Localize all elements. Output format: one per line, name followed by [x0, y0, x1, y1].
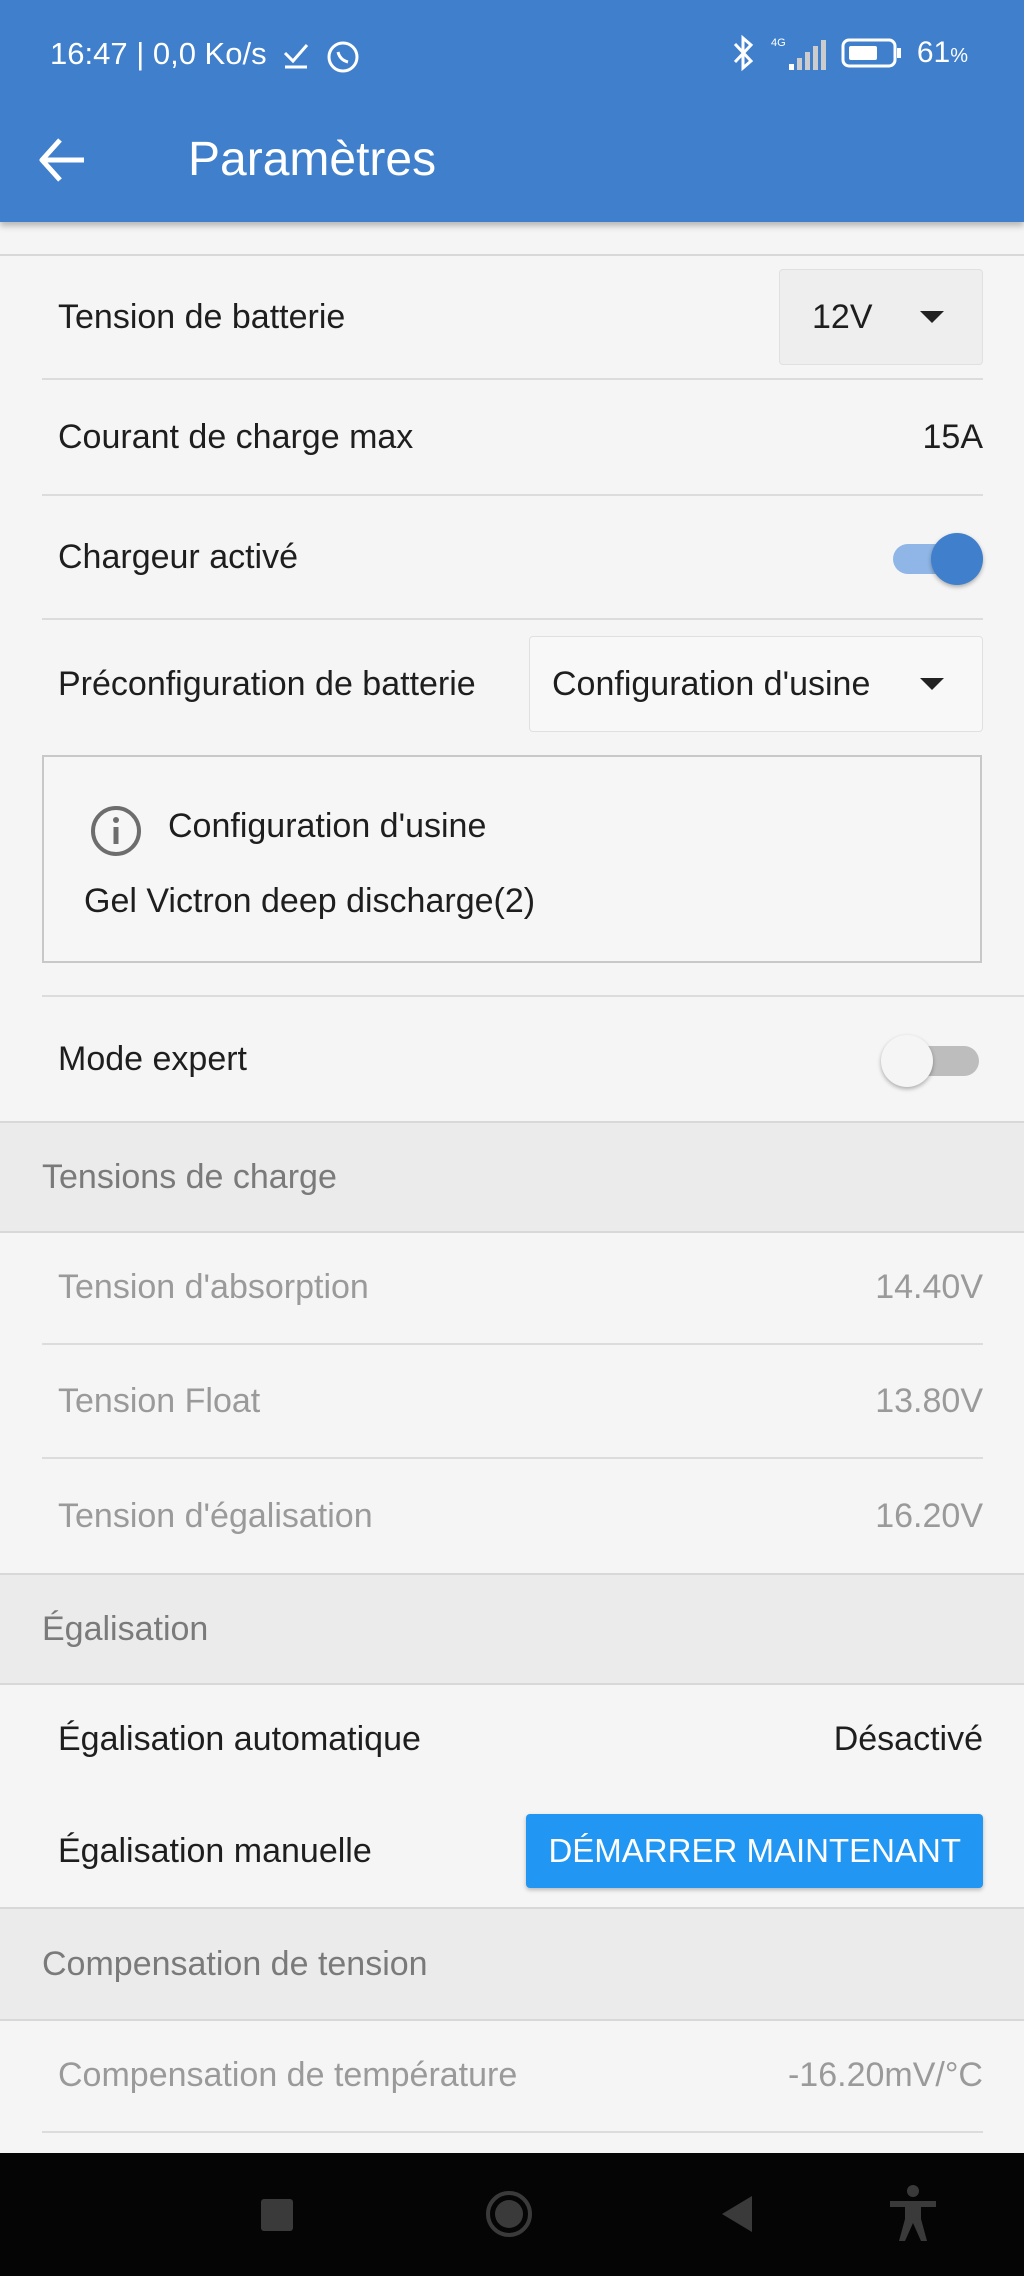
preset-info-box: Configuration d'usine Gel Victron deep d… — [42, 755, 982, 963]
preset-info-description: Gel Victron deep discharge(2) — [84, 882, 536, 920]
dropdown-arrow-icon — [920, 311, 944, 323]
float-voltage-row[interactable]: Tension Float 13.80V — [42, 1345, 983, 1459]
dropdown-arrow-icon — [920, 678, 944, 690]
equalization-voltage-row[interactable]: Tension d'égalisation 16.20V — [42, 1459, 983, 1573]
max-charge-current-row[interactable]: Courant de charge max 15A — [42, 380, 983, 496]
float-voltage-value: 13.80V — [875, 1381, 983, 1420]
charger-enabled-label: Chargeur activé — [58, 537, 299, 576]
charger-enabled-toggle[interactable] — [883, 527, 983, 587]
manual-equalization-label: Égalisation manuelle — [58, 1831, 372, 1870]
section-header-charge-voltages: Tensions de charge — [0, 1121, 1024, 1233]
absorption-voltage-row[interactable]: Tension d'absorption 14.40V — [42, 1231, 983, 1345]
status-icons: 4G 61% — [731, 34, 968, 72]
max-charge-current-label: Courant de charge max — [58, 417, 414, 456]
temperature-compensation-row[interactable]: Compensation de température -16.20mV/°C — [42, 2019, 983, 2133]
section-title: Tensions de charge — [42, 1157, 337, 1196]
auto-equalization-row[interactable]: Égalisation automatique Désactivé — [42, 1683, 983, 1795]
battery-preset-value: Configuration d'usine — [552, 664, 871, 703]
expert-mode-toggle[interactable] — [881, 1029, 983, 1089]
battery-voltage-label: Tension de batterie — [58, 297, 346, 336]
temperature-compensation-label: Compensation de température — [58, 2055, 518, 2094]
section-header-voltage-compensation: Compensation de tension — [0, 1907, 1024, 2021]
battery-preset-row: Préconfiguration de batterie Configurati… — [42, 620, 983, 748]
accessibility-icon[interactable] — [886, 2183, 940, 2243]
absorption-voltage-label: Tension d'absorption — [58, 1267, 369, 1306]
home-circle-icon[interactable] — [484, 2189, 534, 2239]
expert-mode-label: Mode expert — [58, 1039, 247, 1078]
auto-equalization-value: Désactivé — [833, 1719, 983, 1758]
battery-voltage-row: Tension de batterie 12V — [42, 256, 983, 380]
battery-voltage-value: 12V — [812, 297, 873, 336]
battery-preset-label: Préconfiguration de batterie — [58, 664, 476, 703]
battery-icon — [841, 38, 901, 68]
whatsapp-icon — [327, 41, 359, 73]
battery-preset-dropdown[interactable]: Configuration d'usine — [529, 636, 983, 732]
equalization-voltage-value: 16.20V — [875, 1496, 983, 1535]
bluetooth-icon — [733, 34, 753, 72]
section-title: Égalisation — [42, 1609, 209, 1648]
absorption-voltage-value: 14.40V — [875, 1267, 983, 1306]
max-charge-current-value: 15A — [922, 417, 984, 456]
temperature-compensation-value: -16.20mV/°C — [787, 2055, 983, 2094]
info-icon — [91, 806, 141, 856]
toggle-thumb — [881, 1035, 933, 1087]
page-title: Paramètres — [188, 133, 437, 186]
expert-mode-row: Mode expert — [42, 997, 983, 1121]
recents-square-icon[interactable] — [258, 2196, 296, 2234]
status-time-speed: 16:47 | 0,0 Ko/s — [50, 36, 267, 71]
arrow-back-icon[interactable] — [38, 130, 88, 190]
section-header-equalization: Égalisation — [0, 1573, 1024, 1685]
charger-enabled-row: Chargeur activé — [42, 496, 983, 620]
network-label: 4G — [771, 37, 786, 49]
battery-voltage-dropdown[interactable]: 12V — [779, 269, 983, 365]
signal-icon: 4G — [771, 37, 826, 70]
section-title: Compensation de tension — [42, 1944, 428, 1983]
app-bar: 16:47 | 0,0 Ko/s 4G 61% Paramètres — [0, 0, 1024, 222]
back-triangle-icon[interactable] — [718, 2193, 754, 2235]
manual-equalization-row: Égalisation manuelle DÉMARRER MAINTENANT — [42, 1795, 983, 1907]
battery-percent: 61% — [916, 36, 968, 69]
download-check-icon — [283, 44, 309, 69]
float-voltage-label: Tension Float — [58, 1381, 261, 1420]
equalization-voltage-label: Tension d'égalisation — [58, 1496, 373, 1535]
toggle-thumb — [931, 533, 983, 585]
start-now-button[interactable]: DÉMARRER MAINTENANT — [526, 1814, 983, 1888]
system-nav-bar — [0, 2153, 1024, 2276]
preset-info-title: Configuration d'usine — [168, 807, 487, 845]
auto-equalization-label: Égalisation automatique — [58, 1719, 421, 1758]
